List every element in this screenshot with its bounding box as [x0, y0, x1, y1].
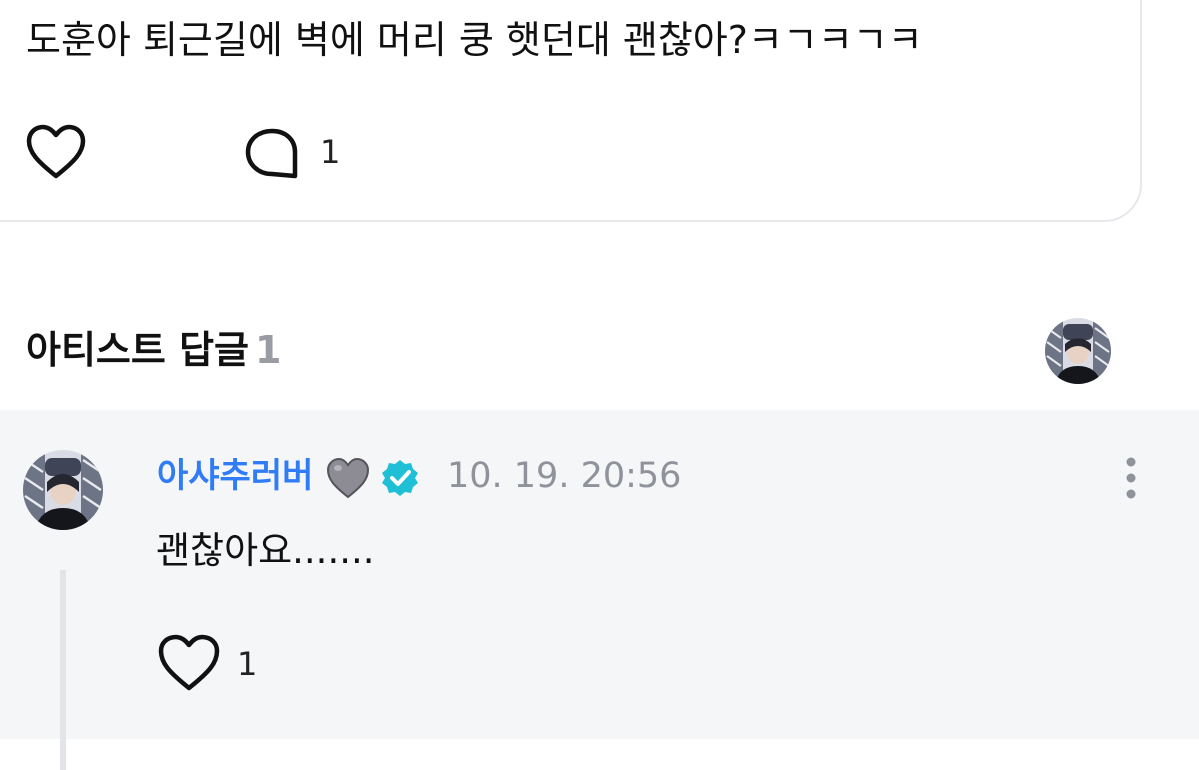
thread-line	[60, 570, 66, 770]
artist-replies-heading: 아티스트 답글 1	[26, 324, 281, 376]
reply-author-avatar[interactable]	[23, 450, 103, 530]
speech-bubble-icon[interactable]	[244, 128, 300, 180]
artist-replies-count: 1	[255, 328, 282, 372]
reply-like-count: 1	[237, 645, 258, 683]
reply-container: 아샤추러버 10. 19. 20:56 괜찮아요....... 1	[0, 410, 1199, 770]
reply-text: 괜찮아요.......	[156, 529, 375, 572]
reply-author-name[interactable]: 아샤추러버	[157, 454, 313, 498]
artist-avatar[interactable]	[1045, 318, 1111, 384]
reply-date: 10. 19. 20:56	[447, 456, 682, 496]
more-vertical-icon[interactable]	[1120, 456, 1142, 500]
artist-replies-title: 아티스트 답글	[26, 328, 249, 372]
verified-badge-icon	[382, 460, 418, 496]
heart-outline-icon[interactable]	[157, 634, 221, 692]
comment-count: 1	[320, 133, 341, 171]
grey-heart-emoji-icon	[326, 457, 370, 499]
post-text: 도훈아 퇴근길에 벽에 머리 쿵 햇던대 괜찮아?ㅋㄱㅋㄱㅋ	[26, 18, 923, 62]
heart-outline-icon[interactable]	[25, 124, 87, 180]
